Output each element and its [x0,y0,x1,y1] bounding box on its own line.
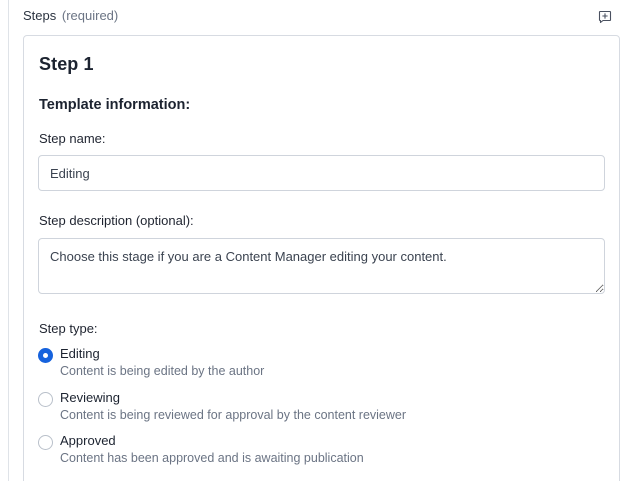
step-name-label: Step name: [39,131,106,146]
field-label: Steps [23,8,57,23]
option-description: Content has been approved and is awaitin… [60,451,364,465]
step-type-option-reviewing[interactable]: Reviewing Content is being reviewed for … [38,390,558,430]
step-type-option-approved[interactable]: Approved Content has been approved and i… [38,433,558,473]
step-description-textarea[interactable]: Choose this stage if you are a Content M… [38,238,605,294]
option-label: Approved [60,433,116,448]
left-divider [8,0,9,481]
step-name-input[interactable] [38,155,605,191]
step-title: Step 1 [39,54,94,74]
field-header: Steps (required) [23,8,118,23]
radio-unchecked[interactable] [38,392,53,407]
step-card: Step 1 Template information: Step name: … [23,35,620,481]
step-description-label: Step description (optional): [39,213,194,228]
option-description: Content is being edited by the author [60,364,265,378]
option-label: Reviewing [60,390,120,405]
required-note: (required) [61,8,119,23]
radio-unchecked[interactable] [38,435,53,450]
radio-checked[interactable] [38,348,53,363]
option-description: Content is being reviewed for approval b… [60,408,407,422]
steps-field: Steps (required) Step 1 Template informa… [0,0,627,481]
step-type-label: Step type: [39,321,98,336]
section-title: Template information: [39,97,191,113]
option-label: Editing [60,346,100,361]
add-comment-icon [598,10,612,24]
step-type-option-editing[interactable]: Editing Content is being edited by the a… [38,346,558,386]
add-comment-button[interactable] [597,9,613,25]
